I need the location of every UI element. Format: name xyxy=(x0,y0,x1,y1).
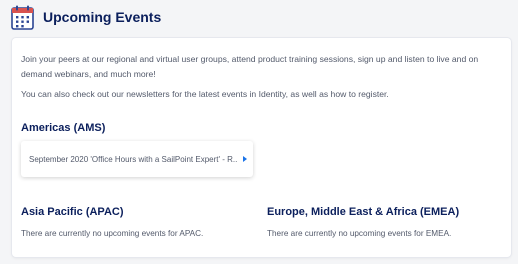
chevron-right-icon xyxy=(243,156,247,162)
apac-heading: Asia Pacific (APAC) xyxy=(21,206,124,218)
page-title: Upcoming Events xyxy=(43,9,162,25)
newsletter-paragraph: You can also check out our newsletters f… xyxy=(21,89,389,99)
event-title: September 2020 'Office Hours with a Sail… xyxy=(29,154,237,164)
americas-heading: Americas (AMS) xyxy=(21,122,106,134)
intro-paragraph: Join your peers at our regional and virt… xyxy=(21,54,479,79)
calendar-icon xyxy=(11,5,34,30)
emea-empty-text: There are currently no upcoming events f… xyxy=(267,229,452,238)
apac-empty-text: There are currently no upcoming events f… xyxy=(21,229,204,238)
page-header: Upcoming Events xyxy=(0,0,518,36)
events-card: Join your peers at our regional and virt… xyxy=(12,38,511,257)
emea-heading: Europe, Middle East & Africa (EMEA) xyxy=(267,206,460,218)
americas-event-link[interactable]: September 2020 'Office Hours with a Sail… xyxy=(21,141,253,177)
